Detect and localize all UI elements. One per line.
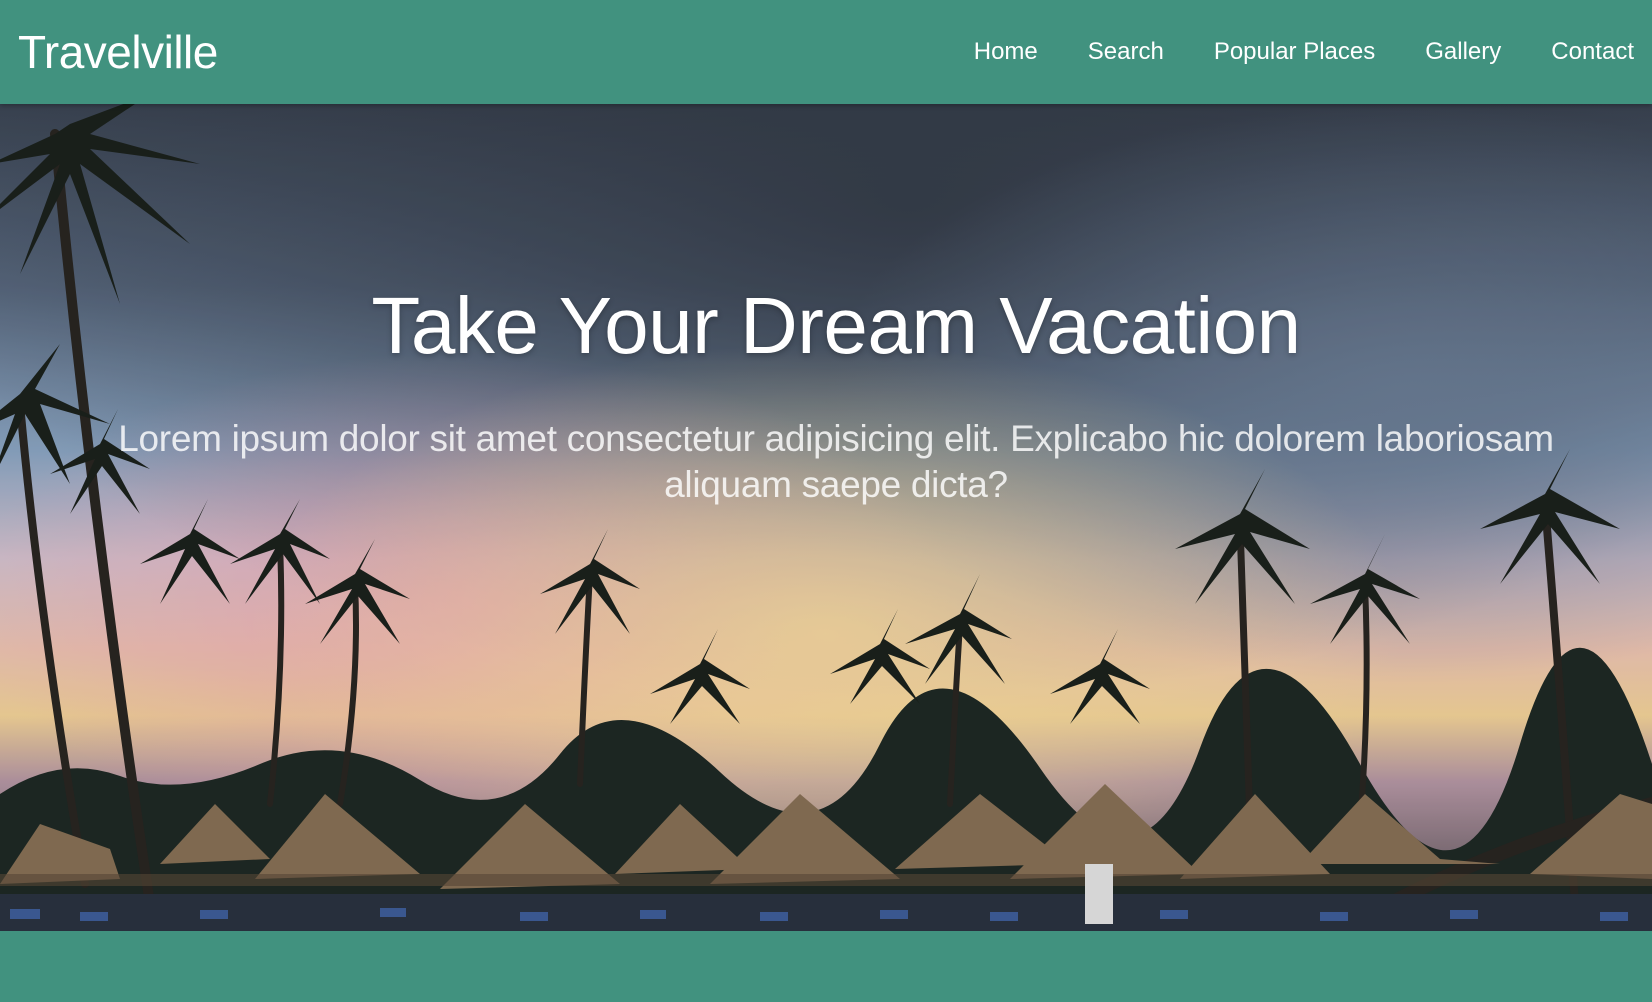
hero-background-image	[0, 104, 1652, 931]
hero-section: Take Your Dream Vacation Lorem ipsum dol…	[0, 104, 1652, 931]
nav-link-search[interactable]: Search	[1088, 38, 1164, 66]
navbar: Travelville Home Search Popular Places G…	[0, 0, 1652, 104]
nav-links: Home Search Popular Places Gallery Conta…	[924, 38, 1634, 66]
brand-logo-link[interactable]: Travelville	[18, 25, 218, 79]
hero-title: Take Your Dream Vacation	[371, 281, 1301, 370]
nav-link-home[interactable]: Home	[974, 38, 1038, 66]
footer-band	[0, 931, 1652, 1002]
nav-link-popular-places[interactable]: Popular Places	[1214, 38, 1375, 66]
nav-link-gallery[interactable]: Gallery	[1425, 38, 1501, 66]
hero-subtitle: Lorem ipsum dolor sit amet consectetur a…	[118, 418, 1554, 505]
nav-link-contact[interactable]: Contact	[1551, 38, 1634, 66]
